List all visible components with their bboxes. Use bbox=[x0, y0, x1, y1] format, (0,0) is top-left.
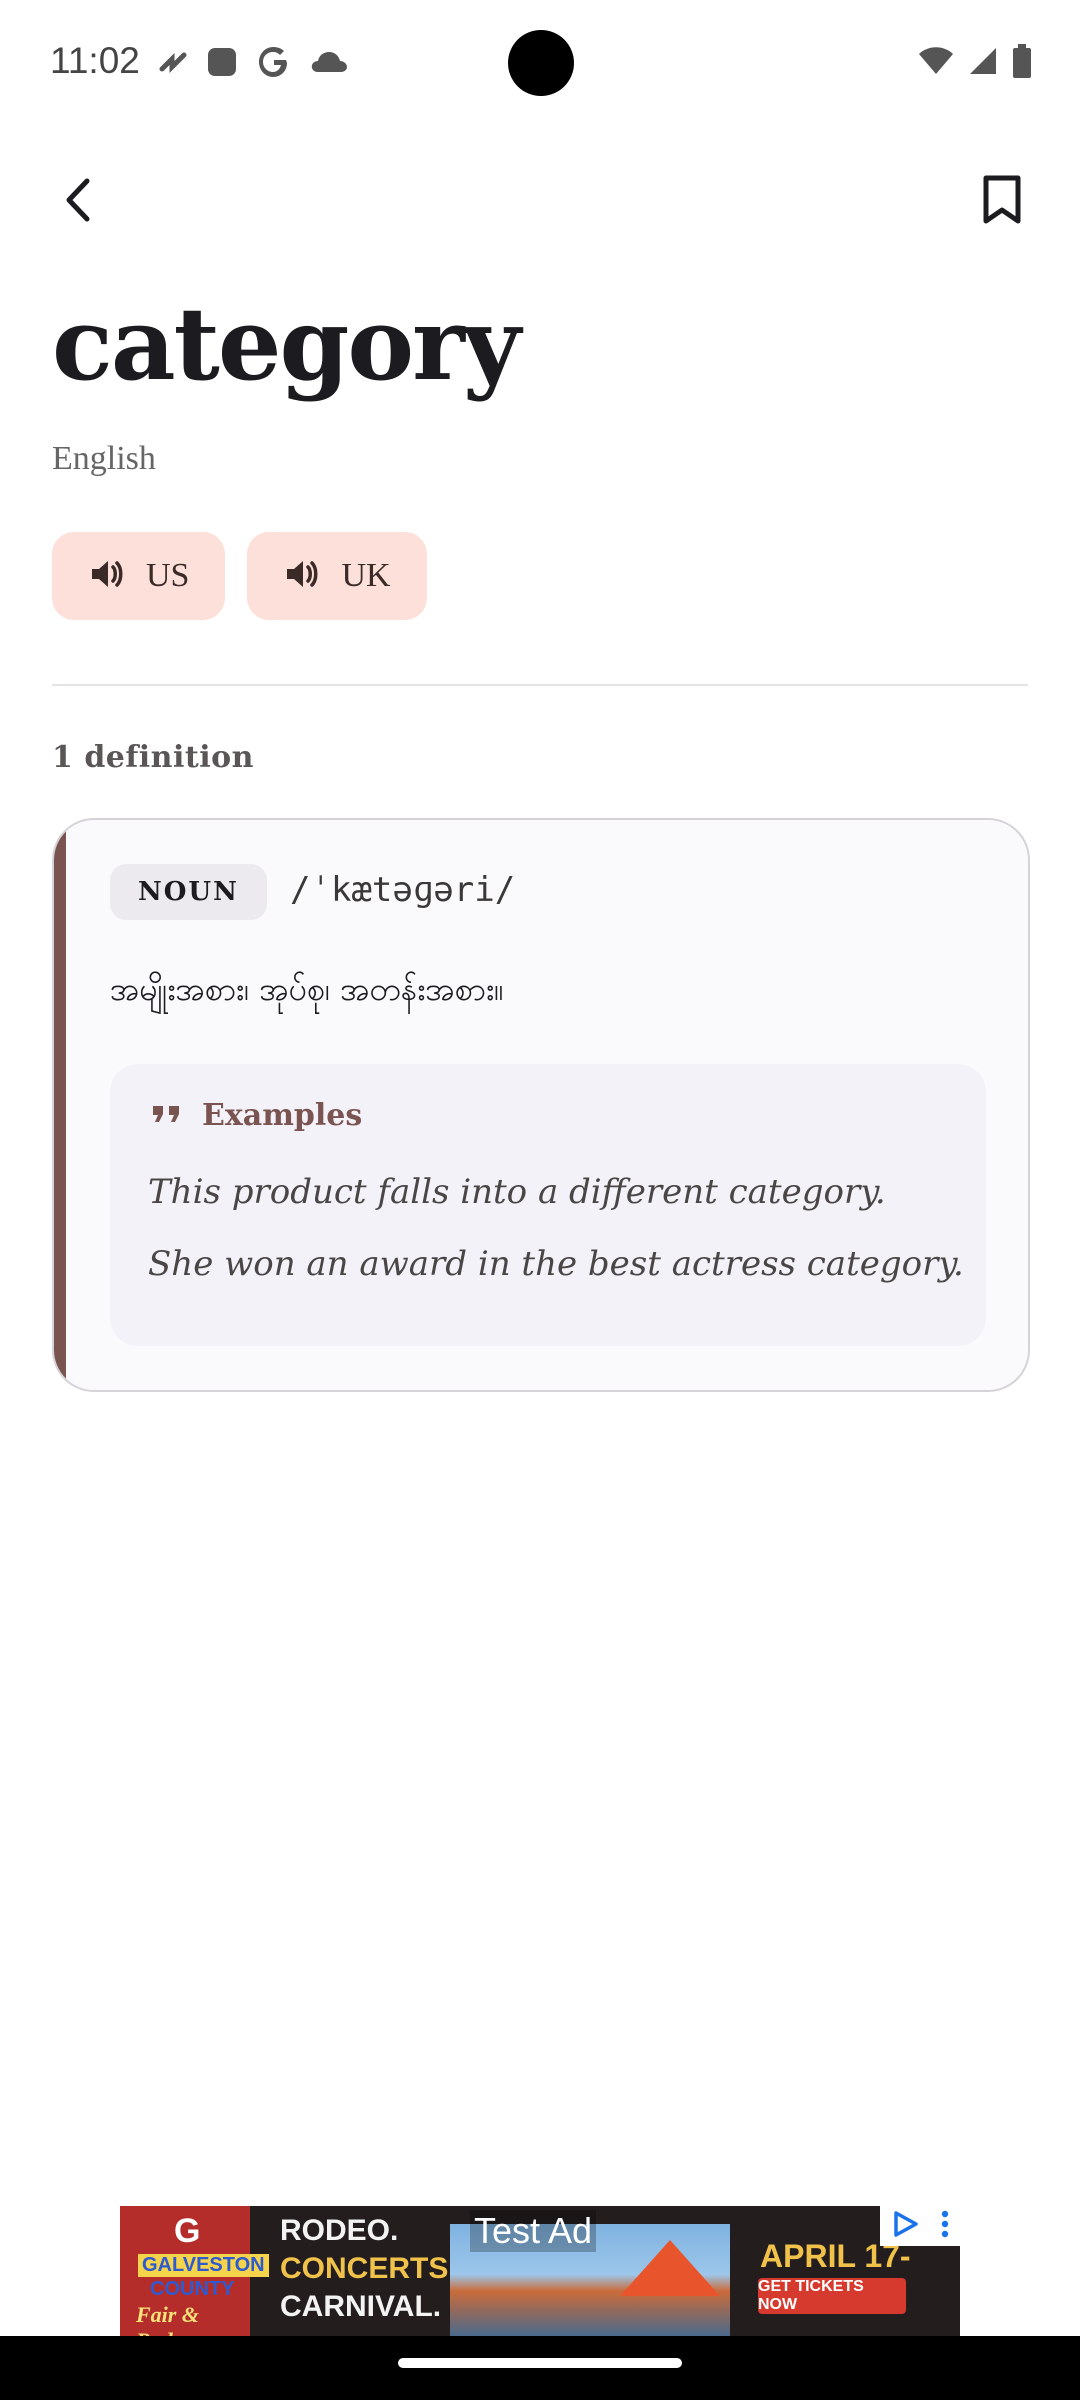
back-arrow-icon bbox=[63, 178, 93, 226]
divider bbox=[52, 684, 1028, 686]
speaker-icon bbox=[285, 559, 319, 593]
status-bar: 11:02 bbox=[0, 0, 1080, 130]
pronounce-us-label: US bbox=[146, 557, 190, 594]
definition-text: အမျိုးအစား၊ အုပ်စု၊ အတန်းအစား။ bbox=[110, 970, 504, 1008]
wifi-icon bbox=[918, 46, 954, 80]
pronounce-us-button[interactable]: US bbox=[52, 532, 226, 620]
status-notification-icons bbox=[158, 44, 348, 84]
example-sentence: This product falls into a different cate… bbox=[148, 1172, 886, 1212]
google-icon bbox=[256, 44, 292, 84]
signal-icon bbox=[968, 46, 998, 80]
ad-logo: G GALVESTON COUNTY Fair & Rodeo bbox=[120, 2206, 269, 2336]
home-gesture-handle[interactable] bbox=[398, 2358, 682, 2368]
bookmark-button[interactable] bbox=[972, 172, 1032, 232]
battery-icon bbox=[1012, 44, 1032, 82]
ad-banner[interactable]: G GALVESTON COUNTY Fair & Rodeo RODEO. C… bbox=[120, 2206, 960, 2336]
card-accent-bar bbox=[54, 820, 66, 1390]
ad-choices-icon bbox=[891, 2210, 919, 2242]
ad-line: CARNIVAL. bbox=[280, 2290, 442, 2323]
language-label: English bbox=[52, 440, 156, 477]
more-vert-icon bbox=[941, 2210, 949, 2242]
pronounce-uk-label: UK bbox=[341, 557, 391, 594]
example-sentence: She won an award in the best actress cat… bbox=[148, 1244, 964, 1284]
ad-headline: RODEO. CONCERTS. CARNIVAL. bbox=[280, 2212, 457, 2326]
status-time: 11:02 bbox=[50, 40, 140, 81]
camera-cutout bbox=[508, 30, 574, 96]
ad-cta-button[interactable]: GET TICKETS NOW bbox=[758, 2278, 906, 2314]
pronunciation-buttons: US UK bbox=[52, 532, 427, 620]
back-button[interactable] bbox=[48, 172, 108, 232]
definition-count: 1 definition bbox=[52, 740, 254, 775]
top-app-bar bbox=[0, 160, 1080, 240]
ad-logo-line: Fair & Rodeo bbox=[136, 2302, 199, 2336]
app-notification-icon bbox=[158, 47, 188, 81]
definition-card: NOUN /ˈkætəɡəri/ အမျိုးအစား၊ အုပ်စု၊ အတန… bbox=[52, 818, 1030, 1392]
word-title: category bbox=[52, 285, 521, 403]
ipa-transcription: /ˈkætəɡəri/ bbox=[290, 870, 516, 910]
system-nav-bar bbox=[0, 2336, 1080, 2400]
cloud-icon bbox=[310, 48, 348, 80]
bookmark-icon bbox=[982, 175, 1022, 229]
quote-icon bbox=[150, 1102, 184, 1130]
status-system-icons bbox=[918, 44, 1032, 82]
examples-heading: Examples bbox=[202, 1098, 363, 1133]
square-icon bbox=[206, 46, 238, 82]
part-of-speech-chip: NOUN bbox=[110, 864, 267, 920]
examples-header: Examples bbox=[150, 1098, 362, 1133]
ad-line: RODEO. bbox=[280, 2214, 399, 2247]
ad-logo-letter: G bbox=[174, 2212, 201, 2250]
ad-choices-button[interactable] bbox=[880, 2206, 960, 2246]
test-ad-label: Test Ad bbox=[470, 2210, 597, 2252]
ad-line: CONCERTS. bbox=[280, 2252, 457, 2285]
examples-box: Examples This product falls into a diffe… bbox=[110, 1064, 986, 1346]
speaker-icon bbox=[90, 559, 124, 593]
ad-logo-line: GALVESTON bbox=[138, 2254, 269, 2277]
pronounce-uk-button[interactable]: UK bbox=[247, 532, 427, 620]
ad-logo-line: COUNTY bbox=[150, 2278, 235, 2300]
ad-tent-graphic bbox=[620, 2240, 720, 2296]
